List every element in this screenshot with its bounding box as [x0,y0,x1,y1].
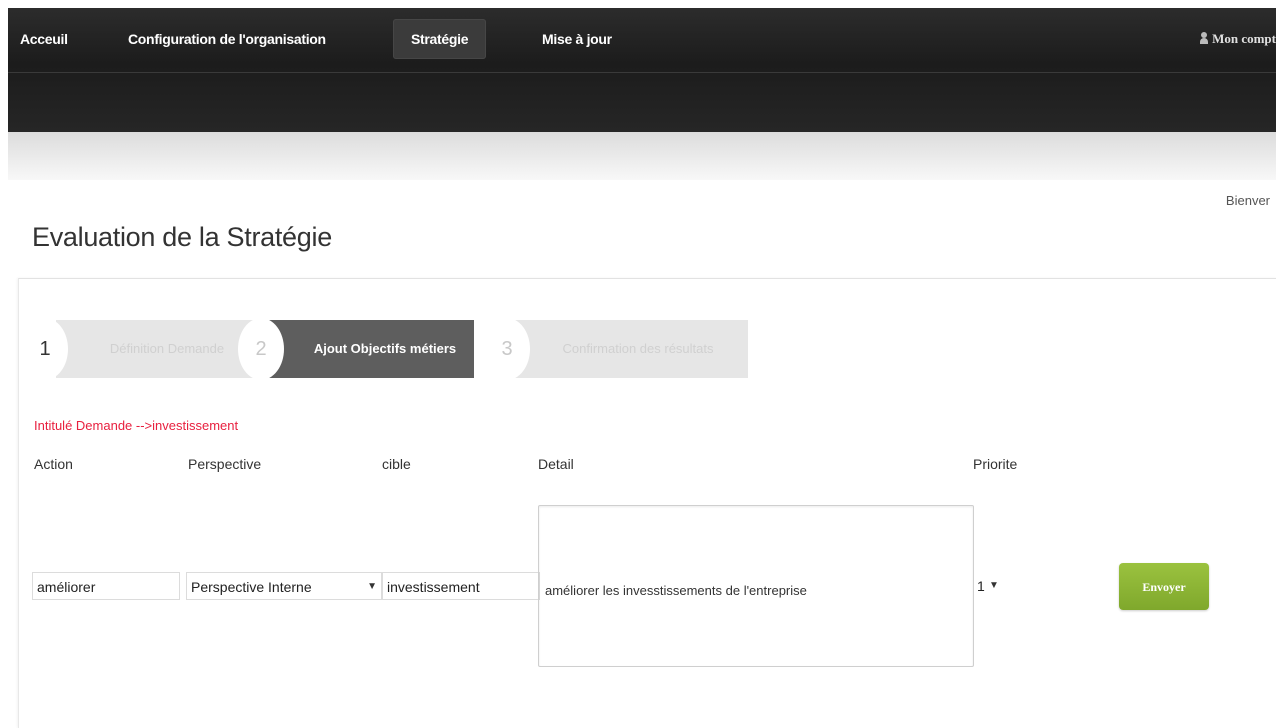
priorite-value: 1 [977,578,985,594]
column-label-action: Action [34,456,73,472]
wizard-steps: Définition Demande 1 Ajout Objectifs mét… [22,318,750,380]
detail-value: améliorer les invesstissements de l'entr… [545,583,807,598]
account-label: Mon compt [1212,31,1276,46]
chevron-down-icon: ▼ [367,581,377,592]
sub-header-band [8,132,1276,180]
action-value: améliorer [37,579,96,595]
user-icon [1200,32,1209,44]
request-heading: Intitulé Demande -->investissement [34,418,239,433]
priorite-select[interactable]: 1 ▼ [975,572,1005,600]
detail-textarea[interactable]: améliorer les invesstissements de l'entr… [538,505,974,667]
perspective-select[interactable]: Perspective Interne ▼ [186,572,382,600]
cible-value: investissement [387,579,480,595]
nav-item-mise-a-jour[interactable]: Mise à jour [542,19,612,59]
step-2-number: 2 [238,318,284,380]
column-label-priorite: Priorite [973,456,1018,472]
top-navigation-bar: Acceuil Configuration de l'organisation … [8,8,1276,132]
step-3-number: 3 [484,318,530,380]
column-label-cible: cible [382,456,411,472]
cible-input[interactable]: investissement [382,572,540,600]
step-1-label: Définition Demande [109,341,225,356]
account-menu[interactable]: Mon compt [1200,19,1276,59]
step-2-label: Ajout Objectifs métiers [313,341,457,356]
nav-item-strategie[interactable]: Stratégie [393,19,487,59]
column-label-detail: Detail [538,456,574,472]
chevron-down-icon: ▼ [989,580,999,591]
step-1-number: 1 [22,318,68,380]
page-title: Evaluation de la Stratégie [32,222,332,252]
step-3-bar[interactable]: Confirmation des résultats [504,320,748,378]
action-input[interactable]: améliorer [32,572,180,600]
nav-item-configuration[interactable]: Configuration de l'organisation [128,19,326,59]
perspective-value: Perspective Interne [191,579,312,595]
send-button[interactable]: Envoyer [1119,563,1209,610]
column-label-perspective: Perspective [188,456,262,472]
step-3-label: Confirmation des résultats [562,341,714,356]
nav-menu: Acceuil Configuration de l'organisation … [8,8,1276,73]
nav-item-acceuil[interactable]: Acceuil [20,19,68,59]
welcome-text: Bienver [1225,193,1270,208]
step-2-bar[interactable]: Ajout Objectifs métiers [266,320,474,378]
